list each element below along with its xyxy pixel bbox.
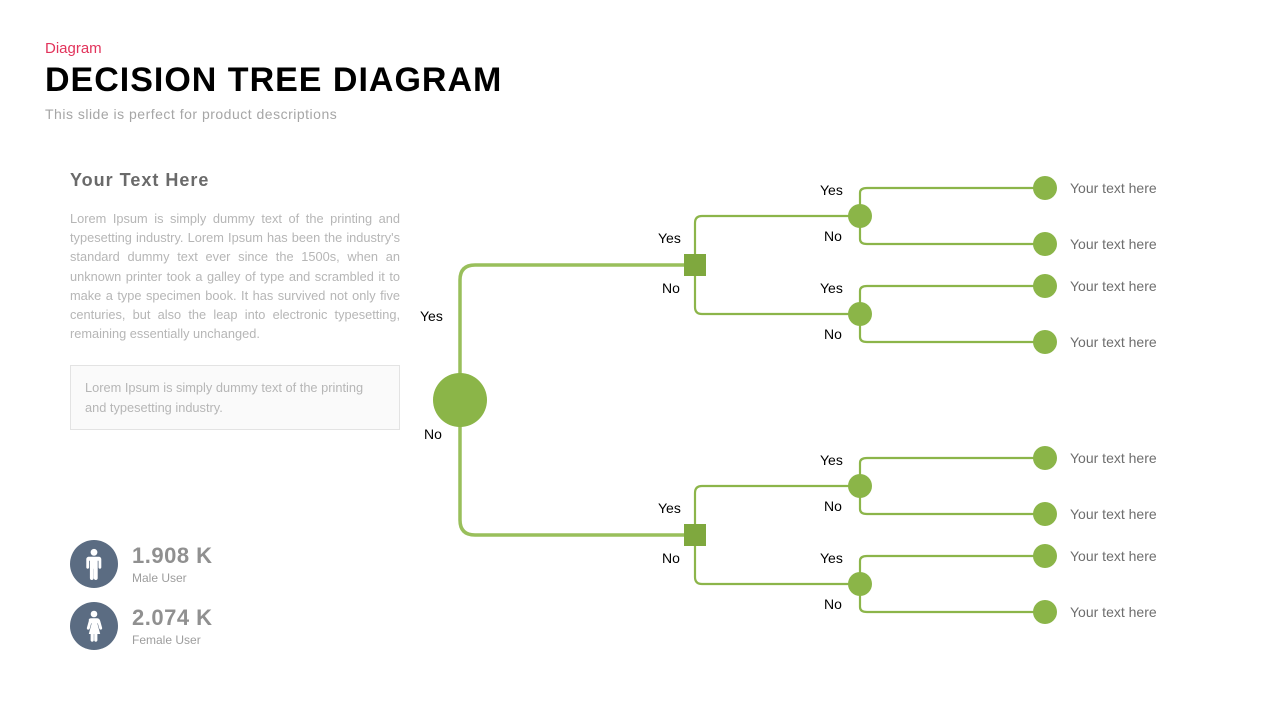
leaf-2: Your text here: [1070, 236, 1157, 252]
label-l3-3-no: No: [824, 498, 842, 514]
sidebar-body: Lorem Ipsum is simply dummy text of the …: [70, 209, 400, 343]
label-l3-2-yes: Yes: [820, 280, 843, 296]
page-subtitle: This slide is perfect for product descri…: [45, 106, 1235, 122]
label-root-no: No: [424, 426, 442, 442]
label-l3-1-no: No: [824, 228, 842, 244]
stat-female: 2.074 K Female User: [70, 602, 213, 650]
category-badge: Diagram: [45, 40, 1235, 57]
label-l2b-no: No: [662, 550, 680, 566]
stat-female-label: Female User: [132, 633, 213, 647]
label-l2a-yes: Yes: [658, 230, 681, 246]
leaf-8: Your text here: [1070, 604, 1157, 620]
label-root-yes: Yes: [420, 308, 443, 324]
stat-female-value: 2.074 K: [132, 605, 213, 631]
sidebar-heading: Your Text Here: [70, 170, 400, 191]
leaf-7: Your text here: [1070, 548, 1157, 564]
stat-male-label: Male User: [132, 571, 213, 585]
leaf-1: Your text here: [1070, 180, 1157, 196]
stat-male-value: 1.908 K: [132, 543, 213, 569]
stat-male: 1.908 K Male User: [70, 540, 213, 588]
label-l3-1-yes: Yes: [820, 182, 843, 198]
label-l2b-yes: Yes: [658, 500, 681, 516]
sidebar-callout: Lorem Ipsum is simply dummy text of the …: [70, 365, 400, 429]
label-l3-2-no: No: [824, 326, 842, 342]
label-l3-3-yes: Yes: [820, 452, 843, 468]
leaf-4: Your text here: [1070, 334, 1157, 350]
page-title: DECISION TREE DIAGRAM: [45, 61, 1235, 100]
male-icon: [70, 540, 118, 588]
label-l3-4-yes: Yes: [820, 550, 843, 566]
leaf-5: Your text here: [1070, 450, 1157, 466]
leaf-3: Your text here: [1070, 278, 1157, 294]
leaf-6: Your text here: [1070, 506, 1157, 522]
label-l2a-no: No: [662, 280, 680, 296]
female-icon: [70, 602, 118, 650]
decision-tree: Yes No Yes No Yes No Yes No Yes No Yes N…: [400, 160, 1270, 700]
label-l3-4-no: No: [824, 596, 842, 612]
